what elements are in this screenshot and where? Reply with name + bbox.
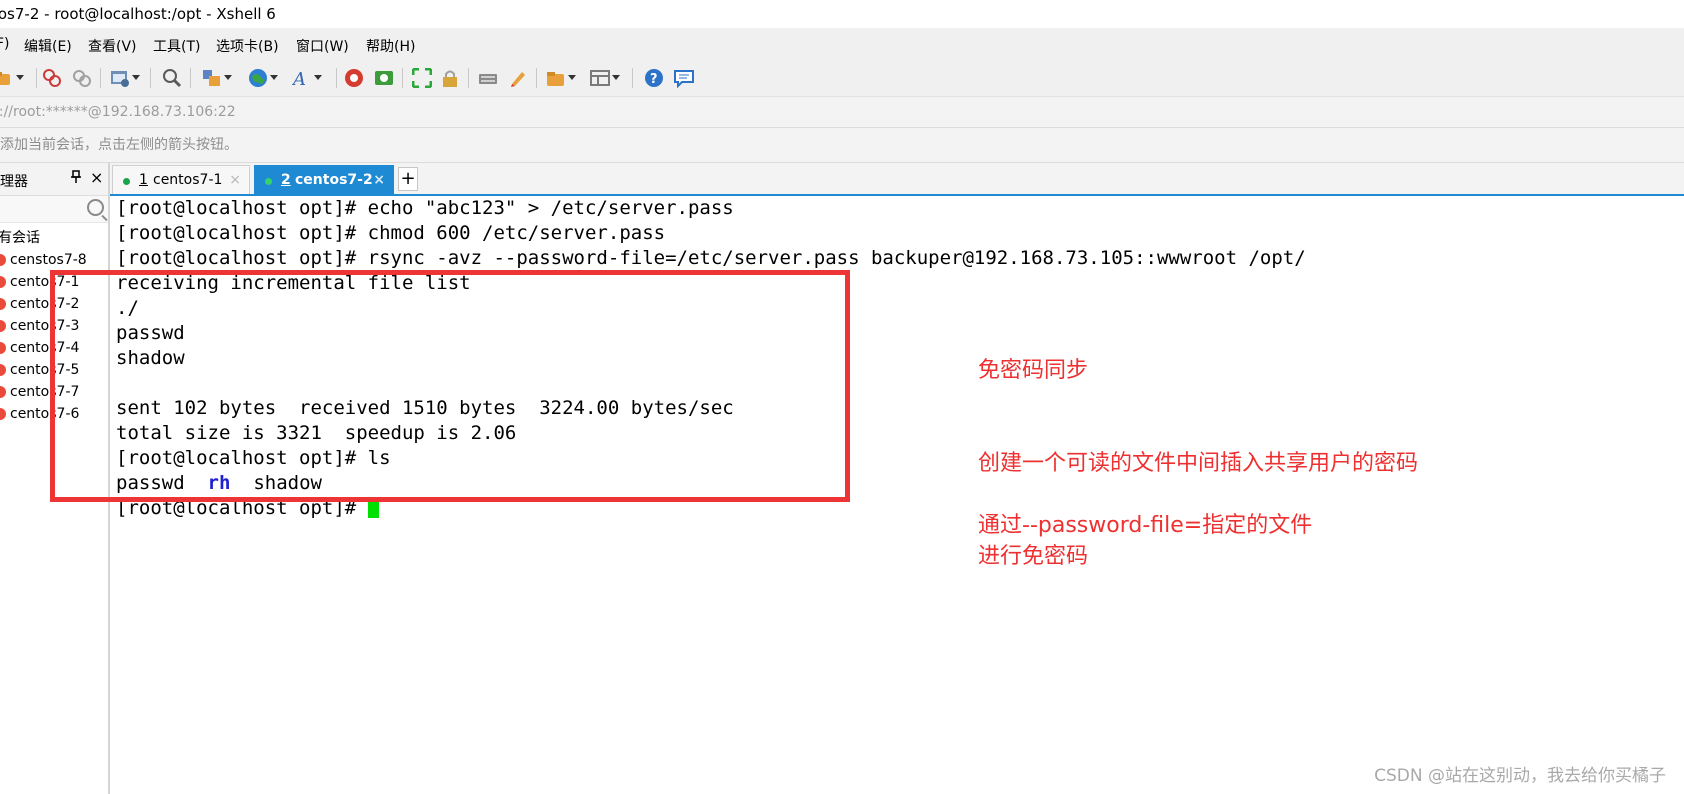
menu-window[interactable]: 窗口(W) — [296, 36, 349, 56]
terminal-line: [root@localhost opt]# echo "abc123" > /e… — [116, 197, 734, 219]
session-icon — [0, 276, 6, 288]
svg-text:A: A — [292, 69, 306, 88]
watermark: CSDN @站在这别动，我去给你买橘子 — [1374, 766, 1666, 786]
panel-layout-icon[interactable] — [590, 68, 620, 88]
session-hint-bar: 添加当前会话，点击左侧的箭头按钮。 — [0, 128, 1684, 163]
annotation-password-file-option: 通过--password-file=指定的文件 — [978, 513, 1313, 538]
xftp-icon[interactable] — [344, 68, 364, 88]
annotation-create-password-file: 创建一个可读的文件中间插入共享用户的密码 — [978, 451, 1419, 476]
terminal-prompt-line: [root@localhost opt]# — [116, 496, 379, 521]
properties-icon[interactable] — [110, 68, 140, 88]
annotation-passwordless: 进行免密码 — [978, 544, 1089, 569]
connected-status-icon — [265, 178, 272, 185]
menu-help[interactable]: 帮助(H) — [366, 36, 415, 56]
session-manager-panel: 理器 × 有会话 censtos7-8 centos7-1 centos7-2 … — [0, 163, 110, 794]
terminal-view[interactable]: [root@localhost opt]# echo "abc123" > /e… — [110, 196, 1684, 794]
new-tab-button[interactable]: + — [398, 167, 418, 191]
title-bar: tos7-2 - root@localhost:/opt - Xshell 6 — [0, 0, 1684, 28]
terminal-line: receiving incremental file list — [116, 272, 471, 294]
ls-file: passwd — [116, 472, 185, 494]
menu-file[interactable]: F) — [0, 36, 10, 52]
connected-status-icon — [123, 178, 130, 185]
ls-directory: rh — [207, 472, 231, 494]
terminal-line: total size is 3321 speedup is 2.06 — [116, 422, 517, 444]
lock-icon[interactable] — [440, 68, 460, 88]
reconnect-icon[interactable] — [72, 68, 92, 88]
menu-view[interactable]: 查看(V) — [88, 36, 137, 56]
menu-tabs[interactable]: 选项卡(B) — [216, 36, 279, 56]
svg-text:?: ? — [650, 72, 658, 87]
session-icon — [0, 408, 6, 420]
prompt: [root@localhost opt]# — [116, 497, 368, 519]
session-search[interactable] — [0, 196, 108, 223]
chat-icon[interactable] — [674, 68, 694, 89]
address-value: h://root:******@192.168.73.106:22 — [0, 104, 236, 120]
close-panel-icon[interactable]: × — [90, 168, 103, 187]
window-title: tos7-2 - root@localhost:/opt - Xshell 6 — [0, 5, 276, 23]
terminal-cursor — [367, 497, 379, 518]
close-tab-icon[interactable]: × — [229, 166, 241, 195]
terminal-line: [root@localhost opt]# ls — [116, 447, 391, 469]
menu-tools[interactable]: 工具(T) — [153, 36, 200, 56]
terminal-line: sent 102 bytes received 1510 bytes 3224.… — [116, 397, 734, 419]
highlight-icon[interactable] — [508, 68, 528, 88]
terminal-line: shadow — [116, 347, 185, 369]
help-icon[interactable]: ? — [644, 68, 664, 88]
session-icon — [0, 254, 6, 266]
session-manager-header: 理器 × — [0, 163, 108, 196]
tab-centos7-1[interactable]: 1 centos7-1 × — [112, 165, 250, 194]
menu-bar: F) 编辑(E) 查看(V) 工具(T) 选项卡(B) 窗口(W) 帮助(H) — [0, 28, 1684, 60]
address-bar[interactable]: h://root:******@192.168.73.106:22 — [0, 97, 1684, 128]
find-icon[interactable] — [162, 68, 182, 88]
layout-icon[interactable] — [202, 68, 232, 88]
toolbar: A ? — [0, 60, 1684, 97]
disconnect-icon[interactable] — [42, 68, 62, 88]
xmanager-icon[interactable] — [374, 68, 394, 88]
toolbar-separator — [36, 68, 37, 88]
terminal-line: [root@localhost opt]# chmod 600 /etc/ser… — [116, 222, 666, 244]
pin-icon[interactable] — [70, 170, 82, 188]
toolbar-separator — [150, 68, 151, 88]
keyboard-icon[interactable] — [478, 68, 498, 88]
font-icon[interactable]: A — [291, 68, 322, 90]
tab-strip: 1 centos7-1 × 2 centos7-2 × + — [110, 163, 1684, 196]
tab-centos7-2[interactable]: 2 centos7-2 × — [254, 165, 394, 194]
session-icon — [0, 320, 6, 332]
ls-file: shadow — [253, 472, 322, 494]
terminal-line-ls-output: passwd rh shadow — [116, 471, 322, 496]
all-sessions-group[interactable]: 有会话 — [0, 227, 40, 247]
session-manager-title: 理器 — [0, 174, 28, 190]
close-tab-icon[interactable]: × — [373, 166, 385, 195]
hint-text: 添加当前会话，点击左侧的箭头按钮。 — [0, 137, 238, 153]
toolbar-separator — [336, 68, 337, 88]
annotation-passwordless-sync: 免密码同步 — [978, 358, 1089, 383]
terminal-line: [root@localhost opt]# rsync -avz --passw… — [116, 247, 1306, 269]
new-folder-icon[interactable] — [546, 68, 576, 88]
terminal-line: passwd — [116, 322, 185, 344]
session-icon — [0, 298, 6, 310]
session-icon — [0, 342, 6, 354]
toolbar-separator — [632, 68, 633, 88]
session-icon — [0, 386, 6, 398]
toolbar-separator — [536, 68, 537, 88]
terminal-line: ./ — [116, 297, 139, 319]
toolbar-separator — [100, 68, 101, 88]
open-folder-icon[interactable] — [0, 68, 24, 88]
search-icon[interactable] — [87, 199, 104, 216]
toolbar-separator — [402, 68, 403, 88]
globe-icon[interactable] — [248, 68, 278, 88]
menu-edit[interactable]: 编辑(E) — [24, 36, 72, 56]
toolbar-separator — [468, 68, 469, 88]
session-icon — [0, 364, 6, 376]
fullscreen-icon[interactable] — [411, 67, 433, 89]
toolbar-separator — [190, 68, 191, 88]
